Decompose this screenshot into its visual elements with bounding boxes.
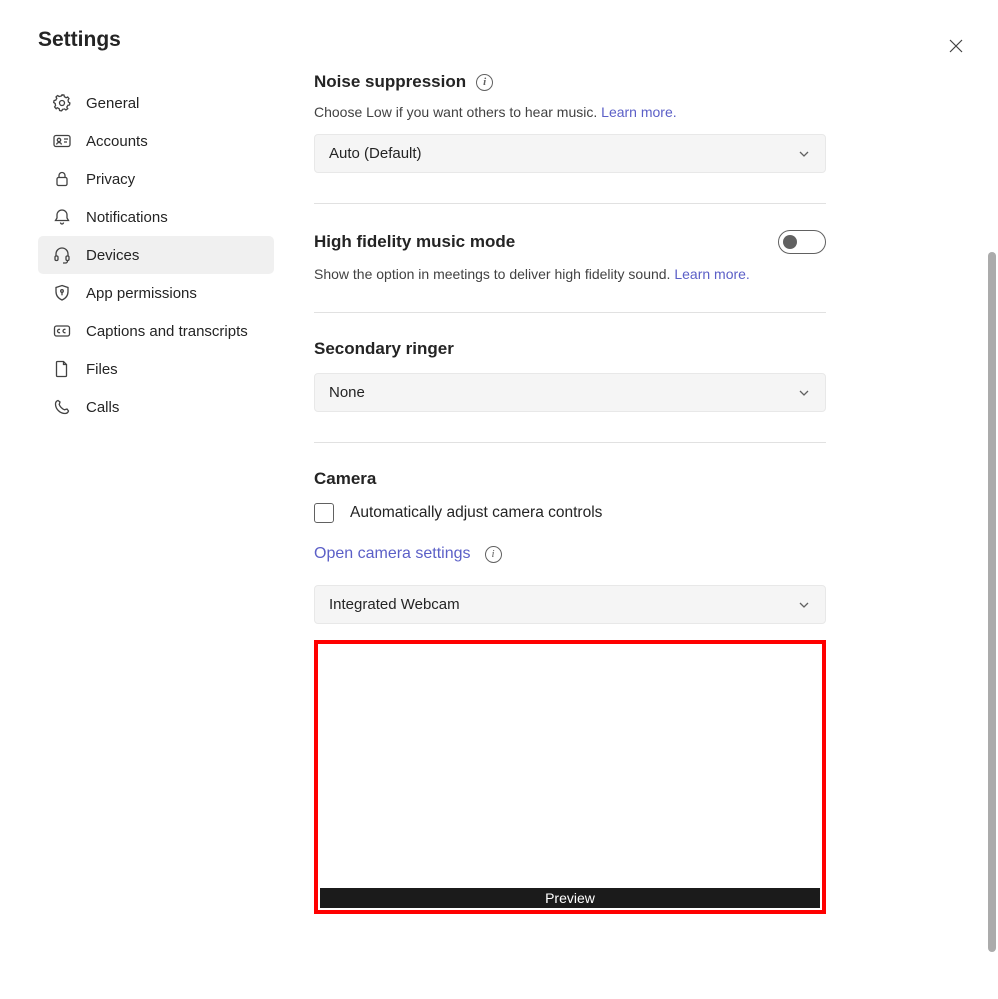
chevron-down-icon bbox=[797, 147, 811, 161]
camera-title: Camera bbox=[314, 469, 376, 489]
sidebar-item-accounts[interactable]: Accounts bbox=[38, 122, 274, 160]
lock-icon bbox=[52, 169, 72, 189]
sidebar-item-label: App permissions bbox=[86, 285, 197, 302]
headset-icon bbox=[52, 245, 72, 265]
noise-desc: Choose Low if you want others to hear mu… bbox=[314, 104, 826, 120]
sidebar-item-label: Privacy bbox=[86, 171, 135, 188]
noise-learn-more-link[interactable]: Learn more. bbox=[601, 104, 676, 120]
preview-label: Preview bbox=[320, 888, 820, 908]
camera-preview: Preview bbox=[314, 640, 826, 914]
chevron-down-icon bbox=[797, 386, 811, 400]
page-title: Settings bbox=[38, 28, 286, 52]
secondary-ringer-select[interactable]: None bbox=[314, 373, 826, 412]
camera-select[interactable]: Integrated Webcam bbox=[314, 585, 826, 624]
sidebar-item-general[interactable]: General bbox=[38, 84, 274, 122]
secondary-ringer-section: Secondary ringer None bbox=[314, 339, 826, 443]
sidebar-item-label: Files bbox=[86, 361, 118, 378]
sidebar-item-devices[interactable]: Devices bbox=[38, 236, 274, 274]
sidebar-item-notifications[interactable]: Notifications bbox=[38, 198, 274, 236]
select-value: Auto (Default) bbox=[329, 145, 422, 162]
scrollbar[interactable] bbox=[988, 252, 996, 952]
sidebar-item-label: Notifications bbox=[86, 209, 168, 226]
sidebar-item-label: Calls bbox=[86, 399, 119, 416]
file-icon bbox=[52, 359, 72, 379]
info-icon[interactable]: i bbox=[485, 546, 502, 563]
noise-suppression-section: Noise suppression i Choose Low if you wa… bbox=[314, 72, 826, 204]
sidebar-item-privacy[interactable]: Privacy bbox=[38, 160, 274, 198]
sidebar-item-captions[interactable]: Captions and transcripts bbox=[38, 312, 274, 350]
hifi-learn-more-link[interactable]: Learn more. bbox=[674, 266, 749, 282]
shield-key-icon bbox=[52, 283, 72, 303]
noise-suppression-select[interactable]: Auto (Default) bbox=[314, 134, 826, 173]
hifi-section: High fidelity music mode Show the option… bbox=[314, 230, 826, 313]
select-value: Integrated Webcam bbox=[329, 596, 460, 613]
bell-icon bbox=[52, 207, 72, 227]
auto-adjust-label: Automatically adjust camera controls bbox=[350, 504, 602, 522]
ringer-title: Secondary ringer bbox=[314, 339, 454, 359]
sidebar-item-label: Captions and transcripts bbox=[86, 323, 248, 340]
sidebar-item-label: Devices bbox=[86, 247, 139, 264]
phone-icon bbox=[52, 397, 72, 417]
id-card-icon bbox=[52, 131, 72, 151]
hifi-toggle[interactable] bbox=[778, 230, 826, 254]
sidebar-item-label: Accounts bbox=[86, 133, 148, 150]
select-value: None bbox=[329, 384, 365, 401]
sidebar-item-files[interactable]: Files bbox=[38, 350, 274, 388]
settings-content: Noise suppression i Choose Low if you wa… bbox=[286, 28, 846, 999]
hifi-title: High fidelity music mode bbox=[314, 232, 515, 252]
open-camera-settings-link[interactable]: Open camera settings bbox=[314, 545, 471, 563]
sidebar-item-app-permissions[interactable]: App permissions bbox=[38, 274, 274, 312]
close-button[interactable] bbox=[948, 38, 964, 54]
gear-icon bbox=[52, 93, 72, 113]
noise-title: Noise suppression bbox=[314, 72, 466, 92]
info-icon[interactable]: i bbox=[476, 74, 493, 91]
chevron-down-icon bbox=[797, 598, 811, 612]
camera-section: Camera Automatically adjust camera contr… bbox=[314, 469, 826, 914]
sidebar-item-label: General bbox=[86, 95, 139, 112]
sidebar: Settings General Accounts Privacy Notifi… bbox=[38, 28, 286, 999]
sidebar-item-calls[interactable]: Calls bbox=[38, 388, 274, 426]
cc-icon bbox=[52, 321, 72, 341]
auto-adjust-checkbox[interactable] bbox=[314, 503, 334, 523]
hifi-desc: Show the option in meetings to deliver h… bbox=[314, 266, 826, 282]
